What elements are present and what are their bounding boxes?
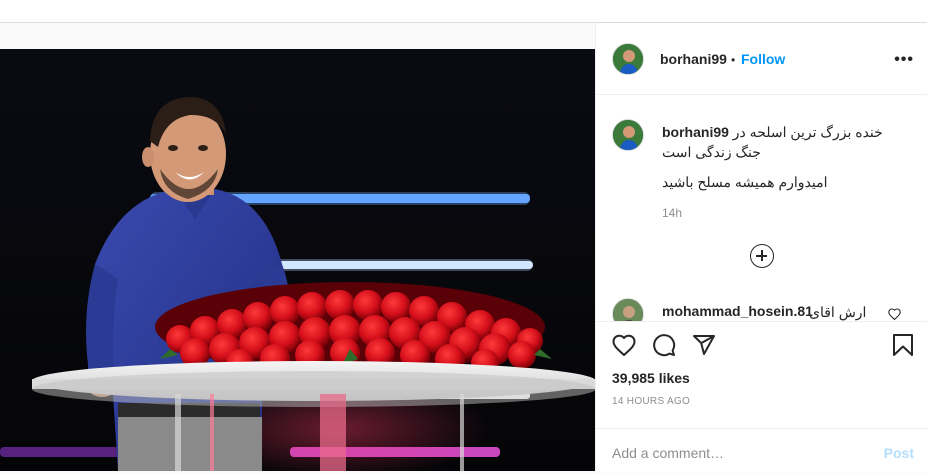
post-photo	[0, 49, 595, 471]
comment-item: mohammad_hosein.81 ارش اقای	[596, 296, 927, 321]
post-comment-button[interactable]: Post	[884, 445, 914, 461]
comment-input[interactable]	[612, 443, 862, 463]
post-header: borhani99 • Follow •••	[596, 23, 927, 95]
post-actions: 39,985 likes 14 HOURS AGO Post	[596, 321, 927, 473]
commenter-username[interactable]: mohammad_hosein.81	[662, 303, 813, 319]
caption-username[interactable]: borhani99	[662, 124, 729, 140]
caption-avatar[interactable]	[612, 119, 644, 151]
add-comment-bar: Post	[596, 428, 927, 474]
post-author-username[interactable]: borhani99	[660, 51, 727, 67]
post-time-ago[interactable]: 14 HOURS AGO	[612, 396, 690, 407]
caption: borhani99 خنده بزرگ ترین اسلحه در جنگ زن…	[662, 122, 892, 162]
comment-like-heart-icon[interactable]	[888, 308, 901, 320]
post-side-panel: borhani99 • Follow ••• borhani99 خنده بز…	[595, 23, 927, 473]
caption-avatar-photo	[613, 120, 643, 150]
avatar-photo	[613, 44, 643, 74]
post-image[interactable]	[0, 49, 595, 471]
heart-icon[interactable]	[612, 334, 636, 356]
paper-plane-icon[interactable]	[692, 333, 716, 357]
bookmark-icon[interactable]	[892, 333, 914, 357]
commenter-avatar[interactable]	[612, 298, 644, 321]
separator-dot: •	[731, 53, 736, 67]
caption-timestamp[interactable]: 14h	[662, 206, 682, 220]
comments-section: borhani99 خنده بزرگ ترین اسلحه در جنگ زن…	[596, 96, 927, 321]
top-navigation-bar	[0, 0, 927, 23]
likes-count[interactable]: 39,985 likes	[612, 370, 690, 386]
post-container: borhani99 • Follow ••• borhani99 خنده بز…	[0, 23, 927, 473]
load-more-comments-button[interactable]	[750, 244, 774, 268]
commenter-avatar-photo	[613, 299, 643, 321]
comment-text: ارش اقای	[809, 304, 867, 320]
avatar[interactable]	[612, 43, 644, 75]
more-options-icon[interactable]: •••	[894, 51, 914, 69]
follow-button[interactable]: Follow	[741, 51, 785, 67]
caption-text-second-line: امیدوارم همیشه مسلح باشید	[662, 174, 828, 190]
comment-bubble-icon[interactable]	[652, 333, 676, 357]
